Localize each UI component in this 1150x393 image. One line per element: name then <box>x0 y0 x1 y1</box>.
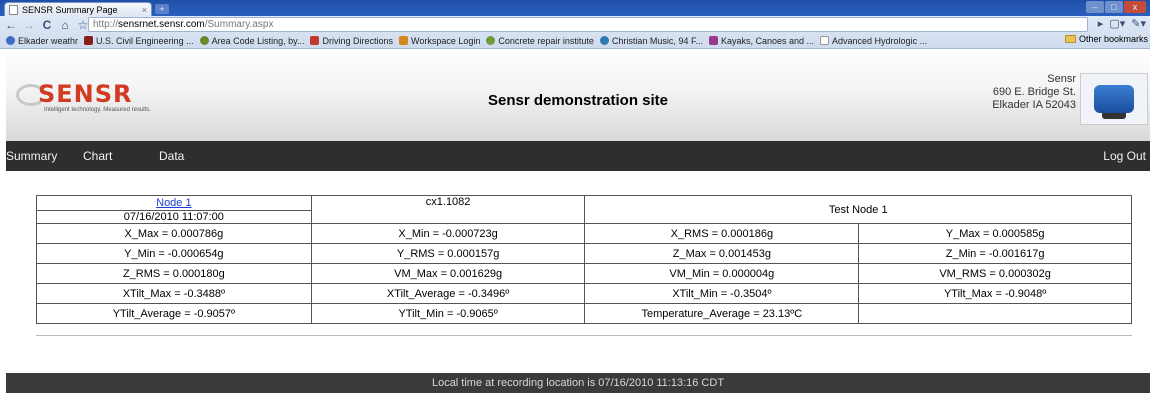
paddle-icon <box>708 36 718 45</box>
table-row: Z_RMS = 0.000180g VM_Max = 0.001629g VM_… <box>36 263 1132 284</box>
sensor-device-icon <box>1094 85 1134 119</box>
workspace-icon <box>399 36 408 45</box>
table-row: X_Max = 0.000786g X_Min = -0.000723g X_R… <box>36 223 1132 244</box>
table-row: Y_Min = -0.000654g Y_RMS = 0.000157g Z_M… <box>36 243 1132 264</box>
window-controls: – □ x <box>1086 1 1146 13</box>
weather-icon <box>6 36 15 45</box>
reading-cell: Temperature_Average = 23.13ºC <box>584 303 860 324</box>
page-icon <box>820 36 830 45</box>
home-icon[interactable]: ⌂ <box>58 18 72 32</box>
bookmark-item[interactable]: Driving Directions <box>310 36 393 46</box>
map-pin-icon <box>310 36 320 45</box>
other-bookmarks[interactable]: Other bookmarks <box>1064 34 1148 44</box>
reading-cell: Z_Max = 0.001453g <box>584 243 860 264</box>
logout-link[interactable]: Log Out <box>1103 149 1146 163</box>
bookmark-item[interactable]: Kayaks, Canoes and ... <box>708 36 814 46</box>
bookmark-item[interactable]: Area Code Listing, by... <box>199 36 304 46</box>
page-menu-icon[interactable]: ▢▾ <box>1109 17 1125 30</box>
url-host: sensrnet.sensr.com <box>118 19 205 30</box>
url-scheme: http:// <box>93 19 119 30</box>
bookmark-item[interactable]: Advanced Hydrologic ... <box>820 36 927 46</box>
site-header: SENSR Intelligent technology. Measured r… <box>6 50 1150 141</box>
tab-title: SENSR Summary Page <box>22 4 118 15</box>
reading-cell: YTilt_Average = -0.9057º <box>36 303 312 324</box>
nav-summary[interactable]: Summary <box>6 149 57 163</box>
bookmark-item[interactable]: Concrete repair institute <box>486 36 594 46</box>
globe-icon <box>486 36 496 45</box>
reading-cell: Y_Min = -0.000654g <box>36 243 312 264</box>
main-nav: Summary Chart Data Log Out <box>6 141 1150 171</box>
node-summary-table: Node 1 07/16/2010 11:07:00 cx1.1082 Test… <box>36 195 1132 324</box>
close-tab-icon[interactable]: × <box>142 5 147 15</box>
new-tab-button[interactable]: + <box>155 4 169 14</box>
bookmark-item[interactable]: Christian Music, 94 F... <box>599 36 703 46</box>
reading-cell: XTilt_Max = -0.3488º <box>36 283 312 304</box>
reading-cell: X_Max = 0.000786g <box>36 223 312 244</box>
reading-cell: VM_Min = 0.000004g <box>584 263 860 284</box>
address-line: Sensr <box>1047 73 1076 85</box>
forward-icon[interactable]: → <box>22 18 36 32</box>
play-icon[interactable]: ▸ <box>1098 17 1104 30</box>
browser-tab-strip: SENSR Summary Page × + – □ x <box>0 0 1150 16</box>
reading-cell: YTilt_Max = -0.9048º <box>858 283 1132 304</box>
content-divider <box>36 335 1132 336</box>
reading-cell: X_Min = -0.000723g <box>310 223 586 244</box>
address-bar[interactable]: http:// sensrnet.sensr.com /Summary.aspx <box>88 17 1088 32</box>
nav-data[interactable]: Data <box>159 149 184 163</box>
minimize-icon[interactable]: – <box>1086 1 1104 13</box>
bookmarks-bar: Elkader weathr U.S. Civil Engineering ..… <box>0 33 1150 48</box>
reading-cell: Z_Min = -0.001617g <box>858 243 1132 264</box>
address-line: 690 E. Bridge St. <box>992 86 1076 98</box>
url-path: /Summary.aspx <box>204 19 274 30</box>
reading-cell: Y_Max = 0.000585g <box>858 223 1132 244</box>
reading-cell: Z_RMS = 0.000180g <box>36 263 312 284</box>
browser-toolbar: ← → C ⌂ ☆ http:// sensrnet.sensr.com /Su… <box>0 16 1150 49</box>
bookmark-item[interactable]: Workspace Login <box>399 36 480 46</box>
sensor-device-image <box>1080 73 1148 125</box>
reading-cell: VM_RMS = 0.000302g <box>858 263 1132 284</box>
reading-cell: Y_RMS = 0.000157g <box>310 243 586 264</box>
page-footer: Local time at recording location is 07/1… <box>6 373 1150 393</box>
radio-icon <box>599 36 609 45</box>
node-description: Test Node 1 <box>584 195 1132 224</box>
bookmark-item[interactable]: U.S. Civil Engineering ... <box>84 36 194 46</box>
page-icon <box>9 4 18 15</box>
reading-cell: X_RMS = 0.000186g <box>584 223 860 244</box>
reading-cell <box>858 303 1132 324</box>
nav-chart[interactable]: Chart <box>83 149 112 163</box>
bookmark-item[interactable]: Elkader weathr <box>6 36 78 46</box>
browser-tab[interactable]: SENSR Summary Page × <box>4 2 152 16</box>
node-serial-value: cx1.1082 <box>425 196 471 208</box>
wrench-icon[interactable]: ✎▾ <box>1131 17 1146 30</box>
reload-icon[interactable]: C <box>40 18 54 32</box>
page-title: Sensr demonstration site <box>487 92 669 109</box>
node-serial: cx1.1082 <box>310 195 586 224</box>
table-row: XTilt_Max = -0.3488º XTilt_Average = -0.… <box>36 283 1132 304</box>
page-viewport: SENSR Intelligent technology. Measured r… <box>6 50 1150 393</box>
flag-icon <box>84 36 94 45</box>
node-link[interactable]: Node 1 <box>37 197 311 210</box>
table-row: YTilt_Average = -0.9057º YTilt_Min = -0.… <box>36 303 1132 324</box>
table-row: Node 1 07/16/2010 11:07:00 cx1.1082 Test… <box>36 195 1132 224</box>
address-line: Elkader IA 52043 <box>992 99 1076 111</box>
back-icon[interactable]: ← <box>4 18 18 32</box>
reading-cell: VM_Max = 0.001629g <box>310 263 586 284</box>
reading-cell: XTilt_Min = -0.3504º <box>584 283 860 304</box>
node-cell: Node 1 07/16/2010 11:07:00 <box>36 195 312 224</box>
reading-cell: XTilt_Average = -0.3496º <box>310 283 586 304</box>
pin-icon <box>199 36 209 45</box>
node-timestamp: 07/16/2010 11:07:00 <box>37 209 311 223</box>
close-window-icon[interactable]: x <box>1124 1 1146 13</box>
reading-cell: YTilt_Min = -0.9065º <box>310 303 586 324</box>
folder-icon <box>1064 35 1076 43</box>
maximize-icon[interactable]: □ <box>1105 1 1123 13</box>
company-address: Sensr 690 E. Bridge St. Elkader IA 52043 <box>992 73 1076 112</box>
